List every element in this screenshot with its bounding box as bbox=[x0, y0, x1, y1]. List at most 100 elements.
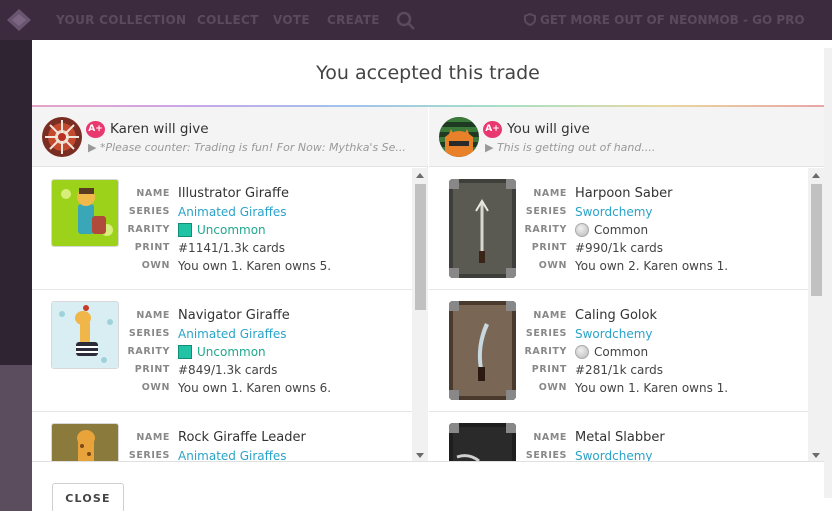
common-coin-icon bbox=[575, 345, 589, 359]
card-name[interactable]: Caling Golok bbox=[575, 307, 657, 325]
karen-grade-badge: A+ bbox=[86, 121, 105, 138]
card-print: #990/1k cards bbox=[575, 241, 663, 255]
card-name[interactable]: Illustrator Giraffe bbox=[178, 185, 289, 203]
search-icon[interactable] bbox=[396, 11, 416, 31]
card-rarity: Uncommon bbox=[197, 223, 266, 237]
name-label: NAME bbox=[533, 310, 567, 321]
own-label: OWN bbox=[141, 260, 170, 271]
rarity-label: RARITY bbox=[524, 346, 567, 357]
name-label: NAME bbox=[136, 310, 170, 321]
uncommon-gem-icon bbox=[178, 223, 192, 237]
nav-vote[interactable]: VOTE bbox=[273, 13, 310, 27]
name-label: NAME bbox=[533, 188, 567, 199]
your-avatar[interactable] bbox=[439, 117, 479, 157]
name-label: NAME bbox=[136, 188, 170, 199]
scroll-down-icon[interactable] bbox=[416, 453, 424, 458]
card-name[interactable]: Harpoon Saber bbox=[575, 185, 672, 203]
karen-list-scrollbar[interactable] bbox=[412, 168, 428, 463]
card-details: NAME Rock Giraffe Leader SERIES Animated G… bbox=[114, 429, 414, 463]
modal-title: You accepted this trade bbox=[316, 62, 540, 84]
series-link[interactable]: Animated Giraffes bbox=[178, 203, 287, 221]
name-label: NAME bbox=[533, 432, 567, 443]
card-thumbnail[interactable] bbox=[449, 179, 516, 278]
own-label: OWN bbox=[538, 260, 567, 271]
card-details: NAME Illustrator Giraffe SERIES Animated G… bbox=[114, 185, 414, 275]
print-label: PRINT bbox=[134, 242, 170, 253]
karen-side: A+ Karen will give ▶ *Please counter: Tr… bbox=[32, 107, 428, 463]
card-name[interactable]: Metal Slabber bbox=[575, 429, 665, 447]
common-coin-icon bbox=[575, 223, 589, 237]
card-print: #281/1k cards bbox=[575, 363, 663, 377]
page-scrollbar[interactable] bbox=[824, 40, 832, 511]
your-card-list[interactable]: NAME Harpoon Saber SERIES Swordchemy RARIT… bbox=[429, 168, 824, 463]
card-name[interactable]: Navigator Giraffe bbox=[178, 307, 290, 325]
karen-card-list[interactable]: NAME Illustrator Giraffe SERIES Animated G… bbox=[32, 168, 428, 463]
your-list-scrollbar[interactable] bbox=[808, 168, 824, 463]
nav-collect[interactable]: COLLECT bbox=[197, 13, 259, 27]
card-ownership: You own 1. Karen owns 1. bbox=[575, 381, 729, 395]
series-label: SERIES bbox=[525, 206, 567, 217]
shield-icon bbox=[524, 13, 536, 26]
uncommon-gem-icon bbox=[178, 345, 192, 359]
your-trade-note[interactable]: ▶ This is getting out of hand.... bbox=[485, 141, 805, 154]
print-label: PRINT bbox=[134, 364, 170, 375]
scroll-up-icon[interactable] bbox=[812, 173, 820, 178]
scroll-up-icon[interactable] bbox=[416, 173, 424, 178]
scroll-thumb[interactable] bbox=[415, 184, 426, 310]
series-label: SERIES bbox=[128, 328, 170, 339]
print-label: PRINT bbox=[531, 364, 567, 375]
scroll-thumb[interactable] bbox=[811, 184, 822, 296]
list-item[interactable]: NAME Illustrator Giraffe SERIES Animated G… bbox=[32, 168, 412, 290]
rarity-label: RARITY bbox=[127, 346, 170, 357]
karen-give-heading: Karen will give bbox=[110, 121, 209, 137]
your-give-heading: You will give bbox=[507, 121, 590, 137]
top-navigation: YOUR COLLECTION COLLECT VOTE CREATE GET … bbox=[0, 0, 832, 40]
series-link[interactable]: Animated Giraffes bbox=[178, 325, 287, 343]
go-pro-link[interactable]: GET MORE OUT OF NEONMOB - GO PRO bbox=[524, 13, 805, 27]
karen-trade-note[interactable]: ▶ *Please counter: Trading is fun! For N… bbox=[88, 141, 408, 154]
nav-your-collection[interactable]: YOUR COLLECTION bbox=[56, 13, 186, 27]
list-item[interactable]: NAME Rock Giraffe Leader SERIES Animated G… bbox=[32, 412, 412, 463]
card-details: NAME Harpoon Saber SERIES Swordchemy RARIT… bbox=[511, 185, 811, 275]
card-rarity: Common bbox=[594, 345, 649, 359]
name-label: NAME bbox=[136, 432, 170, 443]
card-rarity: Common bbox=[594, 223, 649, 237]
list-item[interactable]: NAME Harpoon Saber SERIES Swordchemy RARIT… bbox=[429, 168, 809, 290]
card-details: NAME Navigator Giraffe SERIES Animated Gir… bbox=[114, 307, 414, 397]
nav-create[interactable]: CREATE bbox=[327, 13, 380, 27]
series-label: SERIES bbox=[128, 206, 170, 217]
card-ownership: You own 1. Karen owns 5. bbox=[178, 259, 332, 273]
card-details: NAME Caling Golok SERIES Swordchemy RARITY… bbox=[511, 307, 811, 397]
card-ownership: You own 2. Karen owns 1. bbox=[575, 259, 729, 273]
card-thumbnail[interactable] bbox=[51, 179, 119, 247]
neonmob-logo-icon[interactable] bbox=[4, 6, 34, 34]
scroll-down-icon[interactable] bbox=[812, 453, 820, 458]
page-background-left bbox=[0, 40, 32, 511]
series-link[interactable]: Swordchemy bbox=[575, 325, 653, 343]
rarity-label: RARITY bbox=[127, 224, 170, 235]
karen-header: A+ Karen will give ▶ *Please counter: Tr… bbox=[32, 107, 428, 167]
series-link[interactable]: Swordchemy bbox=[575, 203, 653, 221]
print-label: PRINT bbox=[531, 242, 567, 253]
list-item[interactable]: NAME Navigator Giraffe SERIES Animated Gir… bbox=[32, 290, 412, 412]
card-name[interactable]: Rock Giraffe Leader bbox=[178, 429, 306, 447]
card-thumbnail[interactable] bbox=[51, 423, 119, 463]
karen-avatar[interactable] bbox=[42, 117, 82, 157]
card-thumbnail[interactable] bbox=[449, 301, 516, 400]
close-button[interactable]: CLOSE bbox=[52, 483, 124, 511]
card-thumbnail[interactable] bbox=[51, 301, 119, 369]
list-item[interactable]: NAME Caling Golok SERIES Swordchemy RARITY… bbox=[429, 290, 809, 412]
your-grade-badge: A+ bbox=[483, 121, 502, 138]
own-label: OWN bbox=[141, 382, 170, 393]
list-item[interactable]: NAME Metal Slabber SERIES Swordchemy bbox=[429, 412, 809, 463]
go-pro-label: GET MORE OUT OF NEONMOB - GO PRO bbox=[540, 13, 805, 27]
your-header: A+ You will give ▶ This is getting out o… bbox=[429, 107, 824, 167]
card-print: #1141/1.3k cards bbox=[178, 241, 286, 255]
rarity-label: RARITY bbox=[524, 224, 567, 235]
trade-modal: You accepted this trade A+ Karen will gi… bbox=[32, 40, 824, 511]
your-side: A+ You will give ▶ This is getting out o… bbox=[429, 107, 824, 463]
series-label: SERIES bbox=[525, 328, 567, 339]
card-thumbnail[interactable] bbox=[449, 423, 516, 463]
card-print: #849/1.3k cards bbox=[178, 363, 278, 377]
own-label: OWN bbox=[538, 382, 567, 393]
